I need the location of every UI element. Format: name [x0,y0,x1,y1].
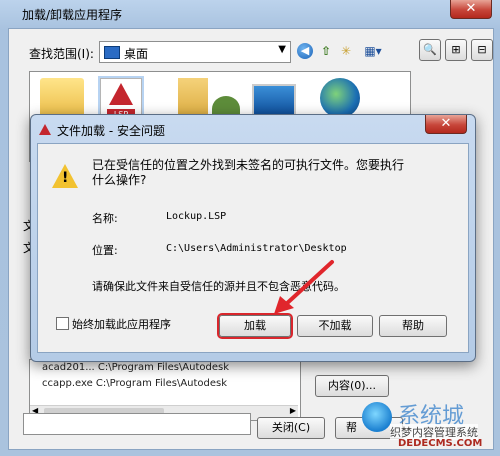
desktop-icon [104,46,120,59]
watermark-domain: DEDECMS.COM [398,438,483,449]
security-dialog: 文件加载 - 安全问题 ✕ ! 已在受信任的位置之外找到未签名的可执行文件。您要… [30,114,476,362]
annotation-arrow-icon [274,260,334,314]
dialog-title: 文件加载 - 安全问题 [57,124,165,138]
autocad-logo-icon [109,83,133,105]
always-load-checkbox[interactable] [56,317,69,330]
help-button[interactable]: 帮助 [379,315,447,337]
dialog-close-button[interactable]: ✕ [425,115,467,134]
search-icon[interactable]: 🔍 [419,39,441,61]
dialog-question: 已在受信任的位置之外找到未签名的可执行文件。您要执行什么操作? [92,158,405,187]
computer-icon[interactable] [252,84,296,118]
new-folder-icon[interactable]: ✳ [337,41,355,61]
load-button[interactable]: 加载 [219,315,291,337]
lookin-combo[interactable]: 桌面 ▼ [99,41,291,63]
network-icon[interactable] [320,78,360,118]
lookin-value: 桌面 [124,47,149,61]
watermark-logo-icon [362,402,392,432]
back-icon[interactable]: ◀ [297,43,313,59]
autocad-app-icon [39,124,51,135]
lookin-label: 查找范围(I): [29,47,94,61]
list-item[interactable]: ccapp.exe C:\Program Files\Autodesk [42,378,227,389]
always-load-label: 始终加载此应用程序 [72,318,171,331]
chevron-down-icon: ▼ [278,44,286,55]
loaded-apps-list[interactable]: acad201... C:\Program Files\Autodesk cca… [29,359,301,421]
scroll-right-icon[interactable]: ▶ [290,406,296,415]
location-label: 位置: [92,244,118,257]
list-item[interactable]: acad201... C:\Program Files\Autodesk [42,362,229,373]
name-label: 名称: [92,212,118,225]
up-folder-icon[interactable]: ⇧ [317,41,335,61]
name-value: Lockup.LSP [166,211,227,222]
do-not-load-button[interactable]: 不加载 [297,315,373,337]
close-button[interactable]: 关闭(C) [257,417,325,439]
views-menu-icon[interactable]: ▦▾ [359,41,387,61]
background-close-button[interactable]: ✕ [450,0,492,19]
background-dialog-title: 加载/卸载应用程序 [22,8,123,22]
status-field [23,413,251,435]
remove-icon[interactable]: ⊟ [471,39,493,61]
content-button[interactable]: 内容(0)... [315,375,389,397]
warning-icon: ! [52,164,78,188]
add-icon[interactable]: ⊞ [445,39,467,61]
location-value: C:\Users\Administrator\Desktop [166,243,347,254]
